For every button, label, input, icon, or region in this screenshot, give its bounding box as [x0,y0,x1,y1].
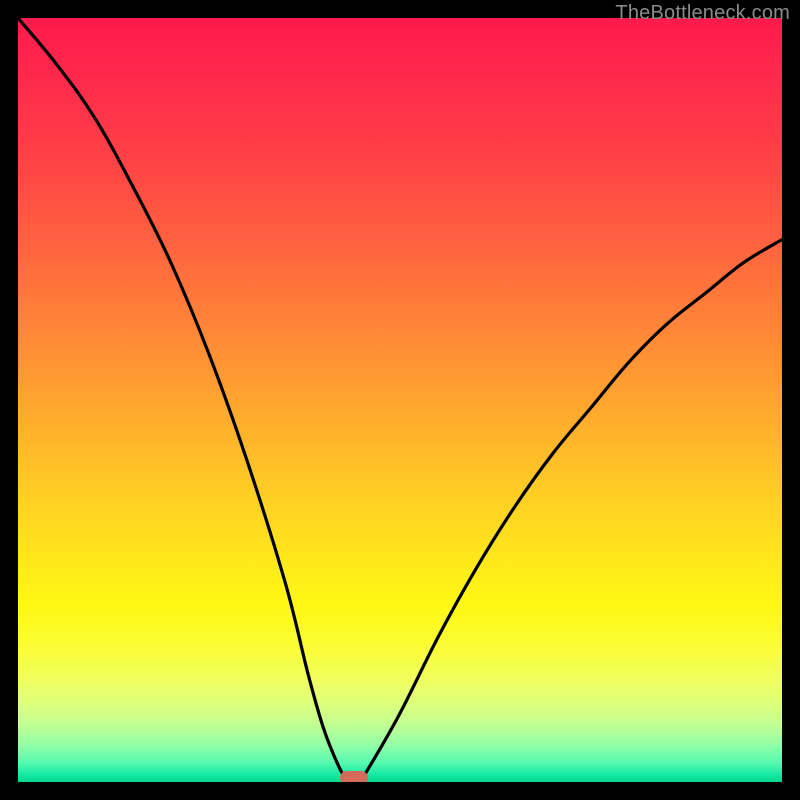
bottleneck-curve [18,18,782,782]
minimum-marker [340,771,368,782]
chart-frame: TheBottleneck.com [0,0,800,800]
curve-path [18,18,782,782]
plot-area [18,18,782,782]
attribution-watermark: TheBottleneck.com [615,2,790,25]
